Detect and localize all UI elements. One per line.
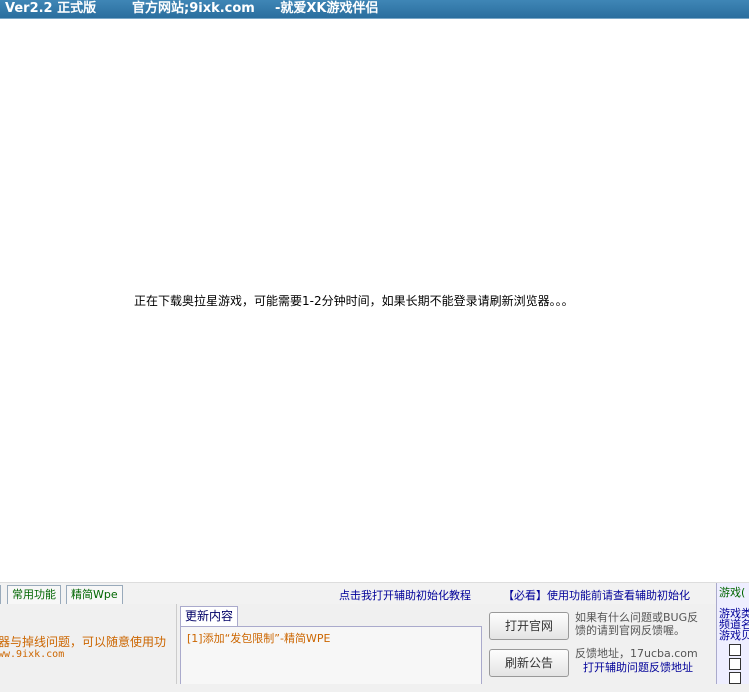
version-label: Ver2.2 正式版 xyxy=(5,1,97,16)
slogan-label: -就爱XK游戏伴侣 xyxy=(275,1,379,16)
side-checkbox-1[interactable] xyxy=(729,644,741,656)
info-text: 器与掉线问题，可以随意使用功 xyxy=(0,635,167,649)
official-site-label: 官方网站;9ixk.com xyxy=(132,1,255,16)
game-side-panel: 游戏( 游戏类 频道名 游戏贝 xyxy=(716,583,749,692)
tutorial-link[interactable]: 点击我打开辅助初始化教程 xyxy=(339,587,471,603)
tab-update-content[interactable]: 更新内容 xyxy=(180,606,239,626)
tab-game-side[interactable]: 游戏( xyxy=(719,584,745,600)
status-bar xyxy=(0,684,749,692)
tab-common-functions[interactable]: 常用功能 xyxy=(7,585,61,605)
update-content-box: [1]添加“发包限制”-精简WPE xyxy=(180,626,482,686)
update-line: [1]添加“发包限制”-精简WPE xyxy=(187,632,331,645)
side-checkbox-3[interactable] xyxy=(729,672,741,684)
side-label-3: 游戏贝 xyxy=(719,629,749,642)
info-panel: 器与掉线问题，可以随意使用功 ww.9ixk.com xyxy=(0,604,177,684)
refresh-notice-button[interactable]: 刷新公告 xyxy=(489,649,569,677)
feedback-text-line2: 馈的请到官网反馈喔。 xyxy=(575,624,685,637)
function-tab-bar: 常用功能 精简Wpe 点击我打开辅助初始化教程 【必看】使用功能前请查看辅助初始… xyxy=(0,582,749,605)
title-bar: Ver2.2 正式版 官方网站;9ixk.com -就爱XK游戏伴侣 xyxy=(0,0,749,18)
tab-hidden-left[interactable] xyxy=(0,585,1,605)
tab-simple-wpe[interactable]: 精简Wpe xyxy=(66,585,123,605)
loading-message: 正在下载奥拉星游戏，可能需要1-2分钟时间，如果长期不能登录请刷新浏览器。。。 xyxy=(134,294,574,308)
info-url[interactable]: ww.9ixk.com xyxy=(0,649,64,660)
side-checkbox-2[interactable] xyxy=(729,658,741,670)
open-official-site-button[interactable]: 打开官网 xyxy=(489,612,569,640)
must-read-link[interactable]: 【必看】使用功能前请查看辅助初始化 xyxy=(503,587,690,603)
bottom-panel: 器与掉线问题，可以随意使用功 ww.9ixk.com 更新内容 [1]添加“发包… xyxy=(0,583,749,692)
open-feedback-link[interactable]: 打开辅助问题反馈地址 xyxy=(583,659,693,675)
game-area[interactable]: 正在下载奥拉星游戏，可能需要1-2分钟时间，如果长期不能登录请刷新浏览器。。。 xyxy=(0,19,749,582)
